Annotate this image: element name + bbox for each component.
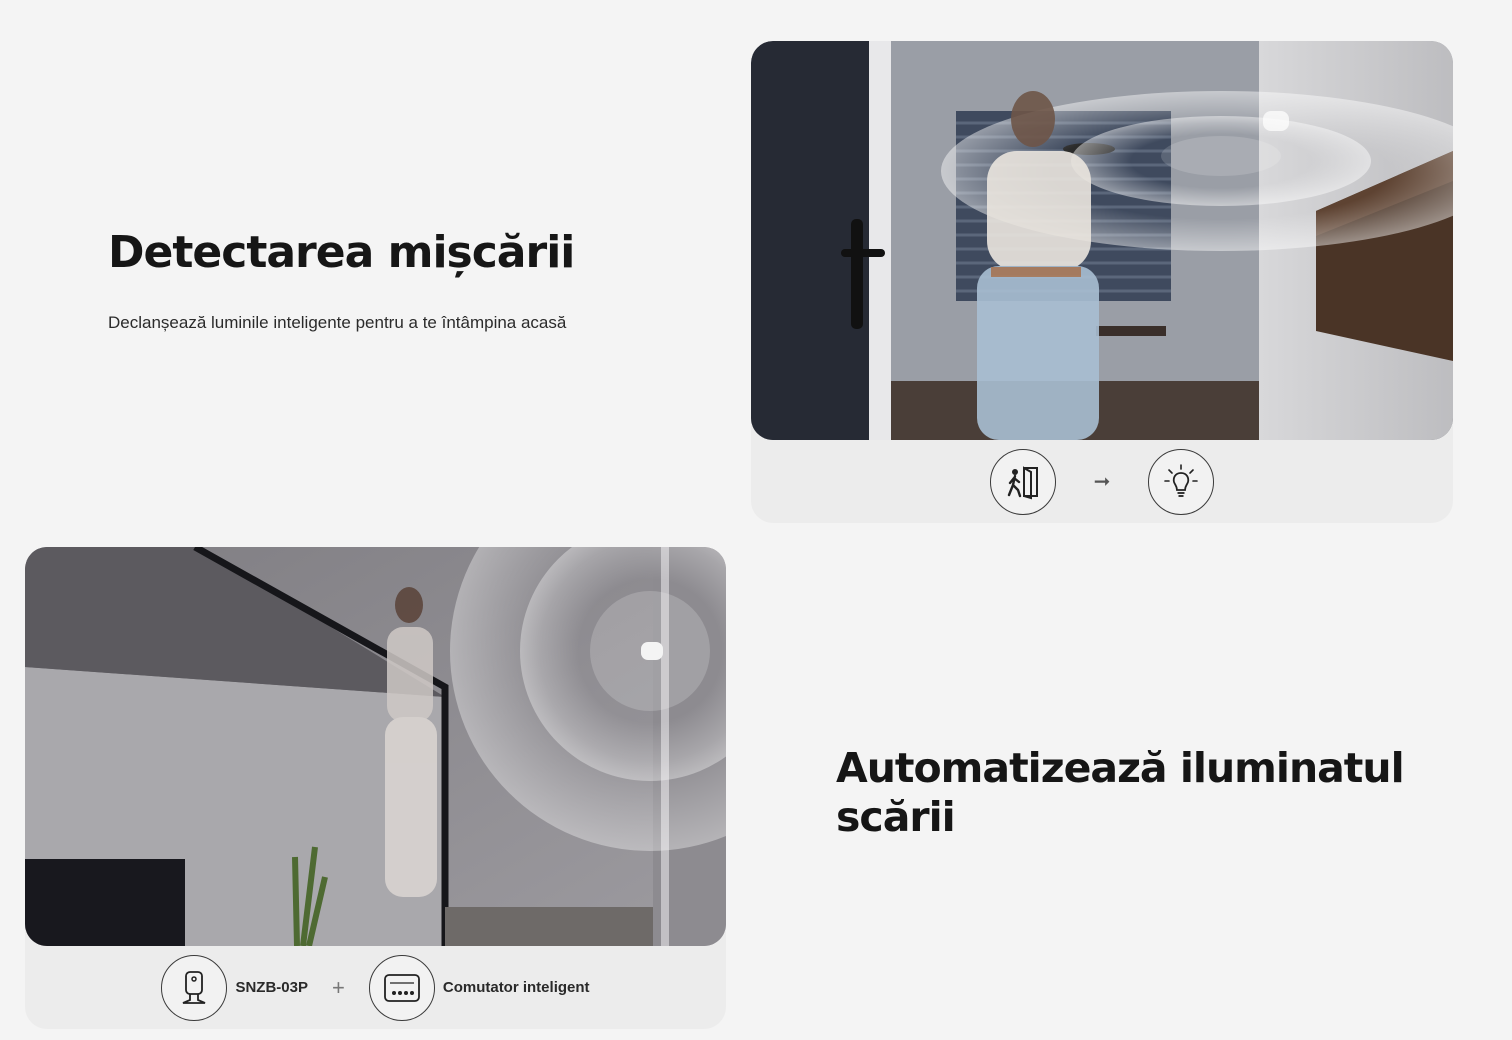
page: Detectarea mișcării Declanșează luminile…	[0, 0, 1512, 1040]
light-bulb-icon	[1148, 448, 1215, 515]
staircase-photo	[25, 547, 726, 946]
arrow-right-icon: ➞	[1093, 471, 1111, 493]
person-entering-door-icon	[989, 448, 1056, 515]
stair-lighting-heading-line1: Automatizează iluminatul	[836, 744, 1405, 792]
stair-lighting-heading-line2: scării	[836, 793, 956, 842]
stair-lighting-card: SNZB-03P + Comutator inteligent	[25, 547, 726, 1029]
product-label: SNZB-03P	[235, 979, 308, 996]
smart-switch-icon	[368, 954, 435, 1021]
stair-lighting-heading: Automatizează iluminatul scării	[836, 744, 1436, 842]
motion-detection-description: Declanșează luminile inteligente pentru …	[108, 313, 567, 333]
motion-sensor-icon	[161, 954, 228, 1021]
motion-detection-heading: Detectarea mișcării	[108, 227, 575, 278]
motion-detection-text: Detectarea mișcării Declanșează luminile…	[108, 228, 708, 333]
motion-detection-card: ➞	[751, 41, 1453, 523]
plus-icon: +	[332, 974, 345, 1000]
hallway-photo	[751, 41, 1453, 440]
motion-detection-caption: ➞	[751, 440, 1453, 523]
stair-lighting-caption: SNZB-03P + Comutator inteligent	[25, 946, 726, 1029]
switch-label: Comutator inteligent	[442, 979, 590, 996]
stair-lighting-text: Automatizează iluminatul scării	[836, 744, 1436, 842]
